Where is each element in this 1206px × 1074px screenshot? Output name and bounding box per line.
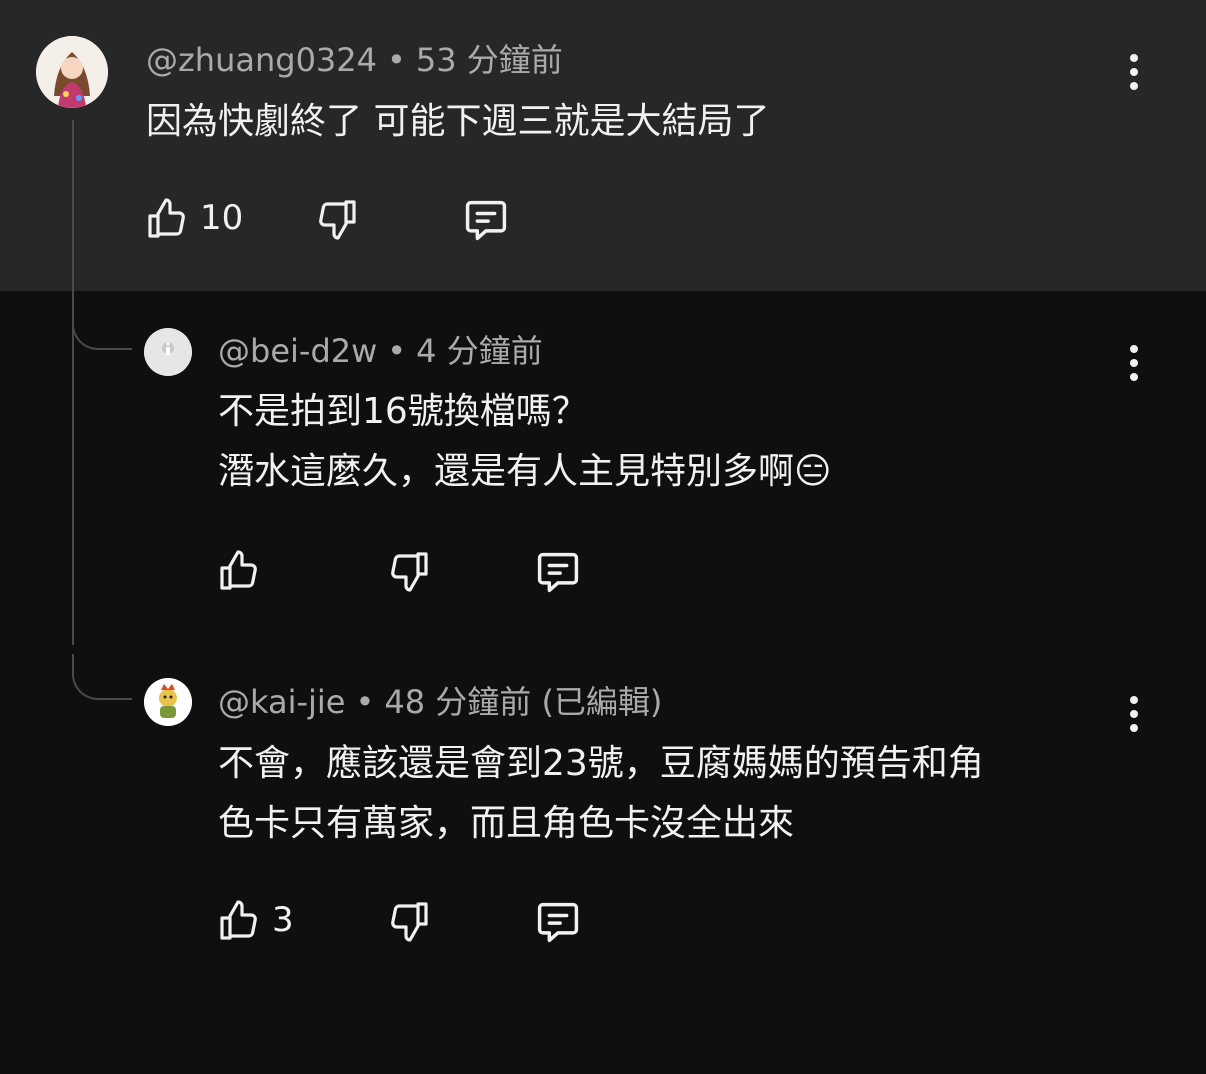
timestamp[interactable]: 53 分鐘前	[416, 41, 563, 79]
edited-label: (已編輯)	[541, 683, 663, 721]
more-actions-button[interactable]	[1114, 42, 1154, 102]
thumbs-down-icon	[391, 902, 428, 942]
like-count: 10	[200, 198, 244, 238]
timestamp[interactable]: 48 分鐘前	[384, 683, 531, 721]
author-name[interactable]: @bei-d2w	[218, 332, 377, 370]
reply-connector	[72, 654, 132, 700]
default-gray-avatar-icon	[144, 328, 192, 376]
comment-text: 不會，應該還是會到23號，豆腐媽媽的預告和角 色卡只有萬家，而且角色卡沒全出來	[218, 734, 984, 854]
dislike-button[interactable]	[384, 548, 432, 596]
like-count: 3	[272, 900, 294, 940]
author-name[interactable]: @zhuang0324	[146, 41, 377, 79]
thumbs-up-icon	[220, 900, 257, 940]
reply-comment-icon	[537, 902, 579, 943]
thumbs-up-icon	[220, 550, 257, 590]
comment-line: 色卡只有萬家，而且角色卡沒全出來	[218, 803, 795, 844]
cartoon-character-avatar-icon	[144, 678, 192, 726]
comment-line: 不會，應該還是會到23號，豆腐媽媽的預告和角	[218, 743, 984, 784]
thumbs-up-icon	[148, 198, 185, 238]
dislike-button[interactable]	[384, 898, 432, 946]
more-actions-button[interactable]	[1114, 684, 1154, 744]
thumbs-down-icon	[319, 200, 356, 240]
reply-button[interactable]	[532, 546, 584, 598]
comment-meta: @bei-d2w • 4 分鐘前	[218, 331, 543, 371]
reply-comment-icon	[537, 552, 579, 593]
thread-line	[72, 120, 74, 645]
comment-text: 不是拍到16號換檔嗎？ 潛水這麼久，還是有人主見特別多啊😑	[218, 382, 832, 502]
comment-text: 因為快劇終了 可能下週三就是大結局了	[146, 92, 769, 152]
dislike-button[interactable]	[312, 196, 360, 244]
author-name[interactable]: @kai-jie	[218, 683, 345, 721]
comment-meta: @kai-jie • 48 分鐘前 (已編輯)	[218, 682, 662, 722]
avatar[interactable]	[36, 36, 108, 108]
meta-separator: •	[387, 41, 406, 79]
avatar[interactable]	[144, 678, 192, 726]
comment-meta: @zhuang0324 • 53 分鐘前	[146, 40, 563, 80]
like-button[interactable]: 10	[144, 194, 243, 242]
thumbs-down-icon	[391, 552, 428, 592]
reply-comment-icon	[465, 200, 507, 241]
avatar[interactable]	[144, 328, 192, 376]
more-actions-button[interactable]	[1114, 333, 1154, 393]
reply-button[interactable]	[532, 896, 584, 948]
comment-line: 不是拍到16號換檔嗎？	[218, 391, 588, 432]
like-button[interactable]	[216, 546, 264, 594]
timestamp[interactable]: 4 分鐘前	[416, 332, 543, 370]
meta-separator: •	[355, 683, 375, 721]
anime-girl-avatar-icon	[36, 36, 108, 108]
reply-connector	[72, 304, 132, 350]
like-button[interactable]: 3	[216, 896, 294, 944]
comment-line: 潛水這麼久，還是有人主見特別多啊😑	[218, 451, 832, 492]
reply-button[interactable]	[460, 194, 512, 246]
meta-separator: •	[387, 332, 407, 370]
comment-line: 因為快劇終了 可能下週三就是大結局了	[146, 101, 770, 142]
